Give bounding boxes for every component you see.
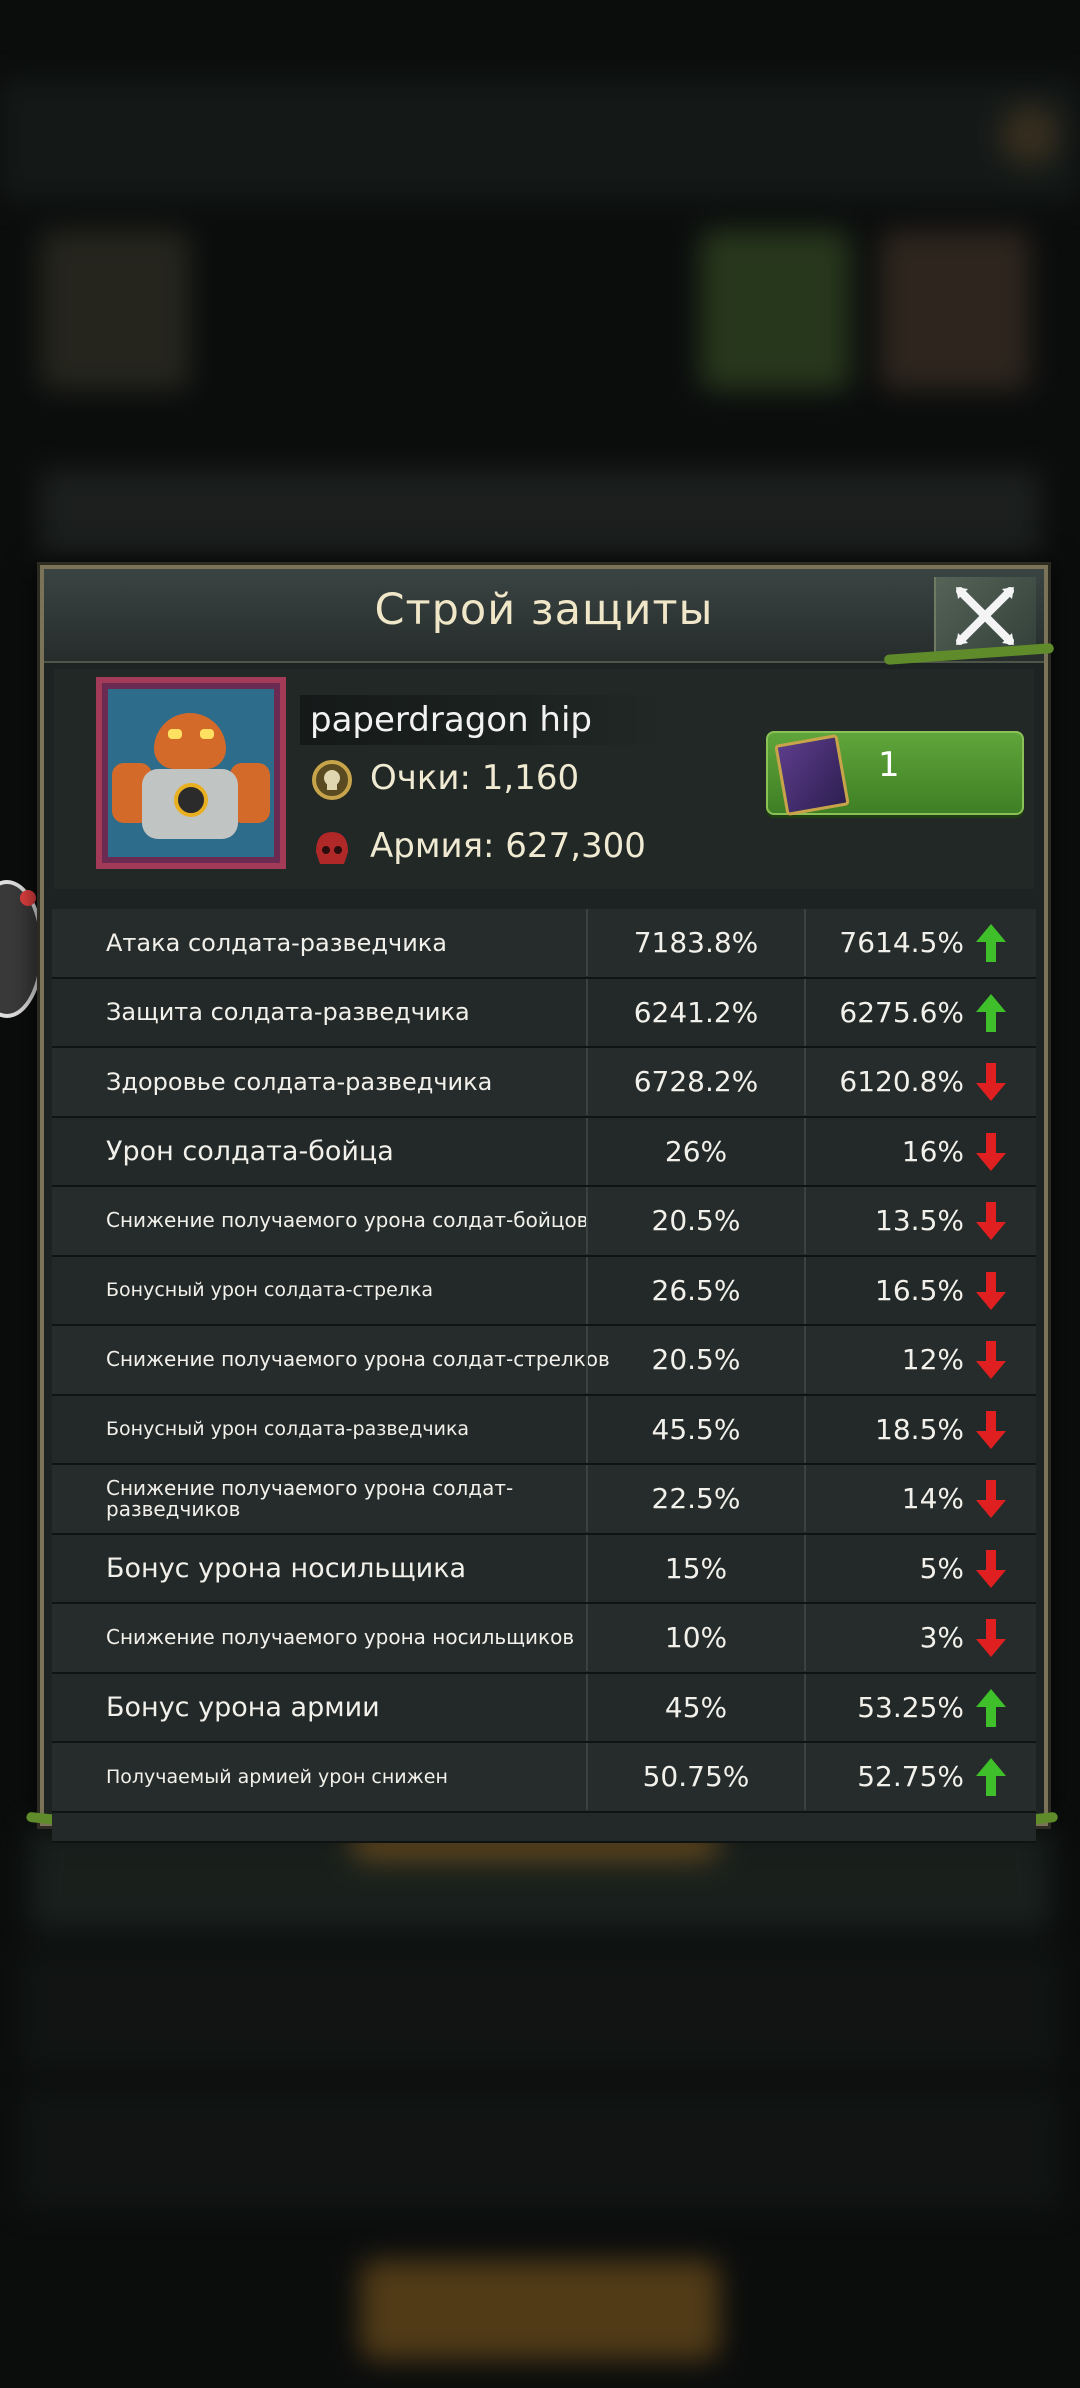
stat-value-current: 6728.2%	[586, 1048, 806, 1115]
stat-row: Бонусный урон солдата-стрелка 26.5% 16.5%	[52, 1256, 1036, 1326]
stat-value-compare: 16.5%	[875, 1273, 964, 1307]
stat-value-compare: 18.5%	[875, 1412, 964, 1446]
stat-value-compare: 13.5%	[875, 1204, 964, 1237]
arrow-up-icon	[976, 1758, 1006, 1796]
arrow-up-icon	[976, 924, 1006, 962]
stat-value-current: 20.5%	[586, 1187, 806, 1254]
stat-value-current: 6241.2%	[586, 978, 806, 1046]
stats-table: Атака солдата-разведчика 7183.8% 7614.5% За…	[52, 909, 1036, 1843]
formation-book-button[interactable]: 1	[766, 731, 1024, 817]
army-helmet-icon	[316, 832, 348, 864]
book-icon	[774, 733, 850, 817]
stat-row: Снижение получаемого урона солдат-бойцов…	[52, 1187, 1036, 1257]
stat-value-compare: 3%	[919, 1621, 964, 1654]
stat-value-current: 22.5%	[586, 1465, 806, 1532]
stat-compare-cell: 16%	[804, 1118, 1024, 1185]
stat-value-current: 45%	[586, 1673, 806, 1741]
arrow-down-icon	[976, 1410, 1006, 1449]
close-button[interactable]	[934, 577, 1036, 653]
stat-value-current: 45.5%	[586, 1395, 806, 1463]
stat-row: Здоровье солдата-разведчика 6728.2% 6120.8…	[52, 1048, 1036, 1118]
stat-row: Защита солдата-разведчика 6241.2% 6275.6%	[52, 978, 1036, 1048]
stat-label: Бонус урона носильщика	[106, 1552, 467, 1584]
stat-label: Снижение получаемого урона носильщиков	[106, 1625, 575, 1649]
stat-label: Атака солдата-разведчика	[106, 928, 447, 957]
stat-row: Бонус урона армии 45% 53.25%	[52, 1673, 1036, 1743]
stat-label: Урон солдата-бойца	[106, 1135, 394, 1167]
arrow-down-icon	[976, 1132, 1006, 1171]
stat-value-current: 7183.8%	[586, 909, 806, 976]
army-label: Армия: 627,300	[370, 826, 646, 866]
stat-row: Бонус урона носильщика 15% 5%	[52, 1534, 1036, 1604]
stat-value-current: 10%	[586, 1604, 806, 1671]
stat-compare-cell: 52.75%	[804, 1743, 1024, 1810]
stat-value-compare: 16%	[901, 1134, 964, 1168]
stat-value-compare: 14%	[901, 1482, 964, 1515]
arrow-down-icon	[976, 1549, 1006, 1588]
arrow-down-icon	[976, 1202, 1006, 1240]
stat-compare-cell: 6275.6%	[804, 979, 1024, 1046]
commander-portrait[interactable]	[96, 677, 286, 869]
arrow-down-icon	[976, 1480, 1006, 1518]
stat-label: Бонусный урон солдата-стрелка	[106, 1279, 434, 1301]
arrow-down-icon	[976, 1619, 1006, 1657]
stat-label: Снижение получаемого урона солдат-бойцов	[106, 1208, 589, 1232]
stat-row: Атака солдата-разведчика 7183.8% 7614.5%	[52, 909, 1036, 979]
stat-label: Получаемый армией урон снижен	[106, 1765, 448, 1788]
stat-compare-cell: 53.25%	[804, 1674, 1024, 1741]
player-name: paperdragon hip	[300, 695, 670, 745]
stat-row: Снижение получаемого урона солдат-стрелк…	[52, 1326, 1036, 1396]
stat-compare-cell: 6120.8%	[804, 1048, 1024, 1115]
stat-value-compare: 6275.6%	[839, 995, 964, 1029]
stat-compare-cell: 3%	[804, 1604, 1024, 1671]
dialog-header: Строй защиты	[44, 569, 1044, 663]
arrow-down-icon	[976, 1063, 1006, 1101]
stat-compare-cell: 14%	[804, 1465, 1024, 1532]
stat-label: Бонус урона армии	[106, 1691, 380, 1723]
arrow-down-icon	[976, 1341, 1006, 1379]
arrow-up-icon	[976, 1688, 1006, 1727]
stat-row: Урон солдата-бойца 26% 16%	[52, 1117, 1036, 1187]
notification-dot	[20, 890, 36, 906]
stat-row: Бонусный урон солдата-разведчика 45.5% 18.…	[52, 1395, 1036, 1465]
dialog-title: Строй защиты	[374, 585, 714, 635]
background-top-bar	[0, 80, 1080, 200]
stat-value-compare: 6120.8%	[839, 1065, 964, 1098]
stat-label: Бонусный урон солдата-разведчика	[106, 1418, 470, 1440]
arrow-down-icon	[976, 1271, 1006, 1310]
stat-value-compare: 5%	[919, 1551, 964, 1585]
stat-value-current: 26.5%	[586, 1256, 806, 1324]
stat-compare-cell: 5%	[804, 1535, 1024, 1602]
stat-row-partial	[52, 1812, 1036, 1843]
book-count: 1	[878, 745, 900, 785]
stat-row: Снижение получаемого урона солдат-развед…	[52, 1465, 1036, 1535]
stat-value-current: 26%	[586, 1117, 806, 1185]
stat-value-compare: 52.75%	[857, 1760, 964, 1793]
skull-medal-icon	[312, 760, 352, 800]
stat-compare-cell: 18.5%	[804, 1396, 1024, 1463]
stat-value-current: 20.5%	[586, 1326, 806, 1393]
stat-label: Защита солдата-разведчика	[106, 998, 470, 1026]
arrow-up-icon	[976, 993, 1006, 1032]
stat-compare-cell: 12%	[804, 1326, 1024, 1393]
stat-compare-cell: 7614.5%	[804, 909, 1024, 976]
stat-compare-cell: 13.5%	[804, 1187, 1024, 1254]
stat-value-current: 15%	[586, 1534, 806, 1602]
stat-value-compare: 12%	[901, 1343, 964, 1376]
stat-label: Снижение получаемого урона солдат-развед…	[106, 1475, 514, 1521]
stat-value-compare: 7614.5%	[839, 926, 964, 959]
stat-row: Снижение получаемого урона носильщиков 10…	[52, 1604, 1036, 1674]
stat-value-current: 50.75%	[586, 1743, 806, 1810]
stat-label: Здоровье солдата-разведчика	[106, 1067, 493, 1096]
stat-compare-cell: 16.5%	[804, 1257, 1024, 1324]
stat-value-compare: 53.25%	[857, 1690, 964, 1724]
stat-row: Получаемый армией урон снижен 50.75% 52.75…	[52, 1743, 1036, 1813]
close-icon	[956, 587, 1014, 645]
points-label: Очки: 1,160	[370, 758, 580, 798]
stat-label: Снижение получаемого урона солдат-стрелк…	[106, 1347, 610, 1371]
